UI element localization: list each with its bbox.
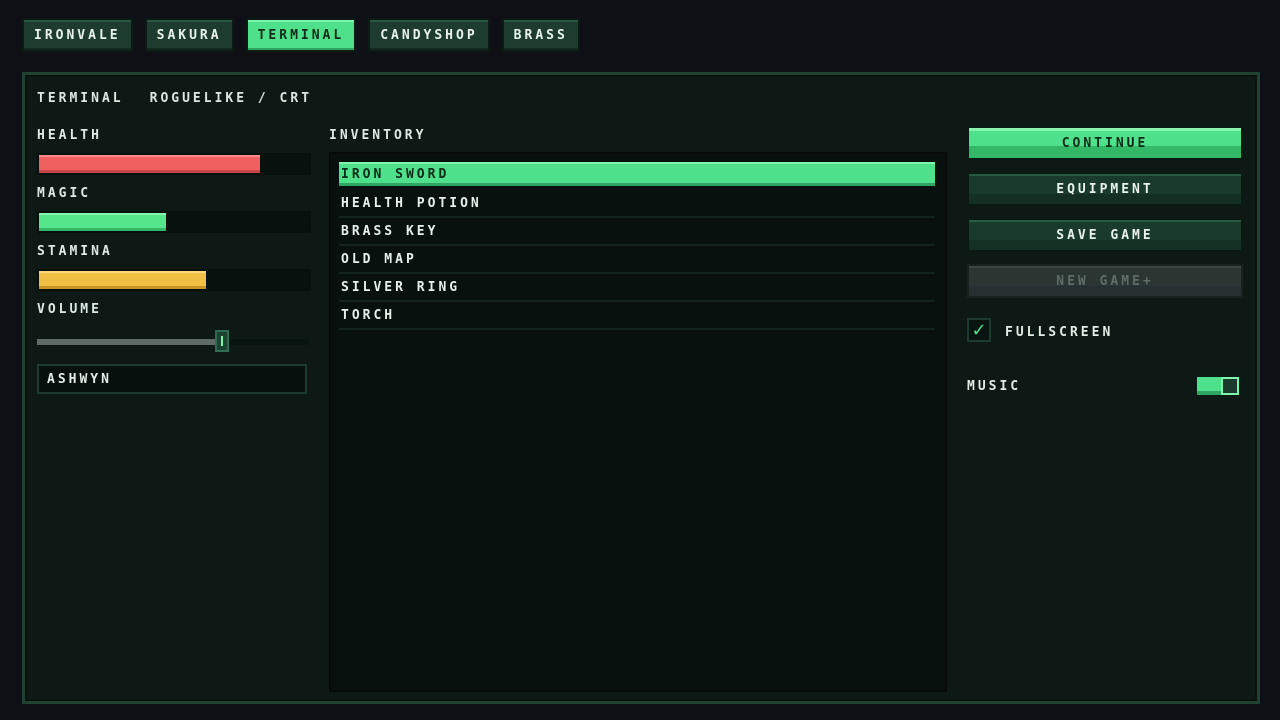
fullscreen-checkbox[interactable]: ✓ <box>967 318 991 342</box>
inventory-item[interactable]: HEALTH POTION <box>339 190 935 218</box>
theme-tabs: IRONVALE SAKURA TERMINAL CANDYSHOP BRASS <box>22 18 580 52</box>
health-bar-fill <box>39 155 261 173</box>
panel-header: TERMINAL ROGUELIKE / CRT <box>37 91 312 106</box>
inventory-item[interactable]: BRASS KEY <box>339 218 935 246</box>
save-game-button[interactable]: SAVE GAME <box>967 218 1243 252</box>
health-label: HEALTH <box>37 128 102 143</box>
tab-sakura[interactable]: SAKURA <box>144 18 234 52</box>
main-panel: TERMINAL ROGUELIKE / CRT HEALTH MAGIC ST… <box>22 72 1260 704</box>
tab-candyshop[interactable]: CANDYSHOP <box>368 18 490 52</box>
inventory-label: INVENTORY <box>329 128 427 143</box>
music-toggle[interactable] <box>1195 375 1241 397</box>
music-toggle-knob <box>1221 377 1239 395</box>
equipment-button[interactable]: EQUIPMENT <box>967 172 1243 206</box>
volume-slider-thumb[interactable] <box>214 330 229 352</box>
checkmark-icon: ✓ <box>971 319 987 341</box>
player-name-input[interactable] <box>37 364 307 394</box>
inventory-list-box: IRON SWORD HEALTH POTION BRASS KEY OLD M… <box>329 152 947 692</box>
magic-label: MAGIC <box>37 186 92 201</box>
health-bar <box>37 153 311 175</box>
tab-terminal[interactable]: TERMINAL <box>245 18 357 52</box>
inventory-item[interactable]: SILVER RING <box>339 274 935 302</box>
tab-ironvale[interactable]: IRONVALE <box>22 18 133 52</box>
theme-subtitle: ROGUELIKE / CRT <box>149 91 313 106</box>
fullscreen-label: FULLSCREEN <box>1005 325 1114 340</box>
tab-brass[interactable]: BRASS <box>501 18 580 52</box>
inventory-item[interactable]: TORCH <box>339 302 935 330</box>
volume-slider[interactable] <box>37 330 309 352</box>
stamina-bar-fill <box>39 271 207 289</box>
music-label: MUSIC <box>967 379 1022 394</box>
continue-button[interactable]: CONTINUE <box>967 126 1243 160</box>
volume-label: VOLUME <box>37 302 102 317</box>
inventory-list: IRON SWORD HEALTH POTION BRASS KEY OLD M… <box>339 162 935 330</box>
magic-bar-fill <box>39 213 166 231</box>
new-game-plus-button: NEW GAME+ <box>967 264 1243 298</box>
inventory-item[interactable]: OLD MAP <box>339 246 935 274</box>
theme-title: TERMINAL <box>37 91 124 106</box>
inventory-item[interactable]: IRON SWORD <box>339 162 935 186</box>
magic-bar <box>37 211 311 233</box>
stamina-label: STAMINA <box>37 244 113 259</box>
volume-slider-fill <box>37 339 222 345</box>
stamina-bar <box>37 269 311 291</box>
